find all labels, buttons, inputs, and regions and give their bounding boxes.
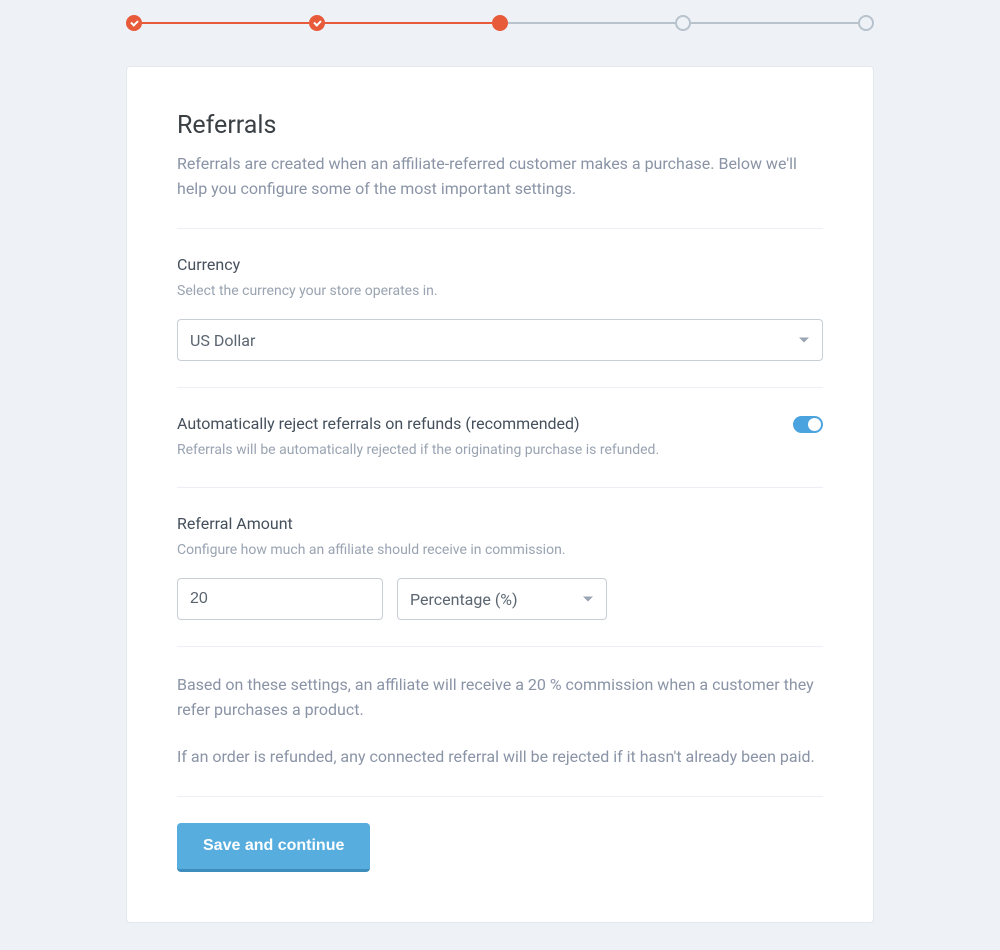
- currency-hint: Select the currency your store operates …: [177, 282, 823, 302]
- step-2-dot[interactable]: [309, 15, 325, 31]
- auto-reject-toggle[interactable]: [793, 416, 823, 433]
- referral-amount-input[interactable]: [177, 578, 383, 620]
- step-3-dot[interactable]: [492, 15, 508, 31]
- auto-reject-label: Automatically reject referrals on refund…: [177, 414, 773, 433]
- step-line: [691, 22, 858, 24]
- referral-amount-hint: Configure how much an affiliate should r…: [177, 541, 823, 561]
- referral-amount-section: Referral Amount Configure how much an af…: [177, 488, 823, 647]
- step-line: [325, 22, 492, 24]
- page-title: Referrals: [177, 111, 823, 140]
- currency-select[interactable]: US Dollar: [177, 319, 823, 361]
- step-5-dot[interactable]: [858, 15, 874, 31]
- wizard-stepper: [126, 15, 874, 31]
- step-line: [142, 22, 309, 24]
- step-1-dot[interactable]: [126, 15, 142, 31]
- page-intro: Referrals are created when an affiliate-…: [177, 152, 823, 202]
- referral-amount-label: Referral Amount: [177, 514, 823, 533]
- currency-label: Currency: [177, 255, 823, 274]
- save-continue-button[interactable]: Save and continue: [177, 823, 370, 872]
- step-4-dot[interactable]: [675, 15, 691, 31]
- auto-reject-hint: Referrals will be automatically rejected…: [177, 441, 773, 461]
- summary-line-2: If an order is refunded, any connected r…: [177, 745, 823, 770]
- settings-card: Referrals Referrals are created when an …: [126, 66, 874, 923]
- currency-section: Currency Select the currency your store …: [177, 229, 823, 388]
- step-line: [508, 22, 675, 24]
- auto-reject-section: Automatically reject referrals on refund…: [177, 388, 823, 487]
- referral-type-select[interactable]: Percentage (%): [397, 578, 607, 620]
- summary-line-1: Based on these settings, an affiliate wi…: [177, 673, 823, 723]
- summary-section: Based on these settings, an affiliate wi…: [177, 647, 823, 769]
